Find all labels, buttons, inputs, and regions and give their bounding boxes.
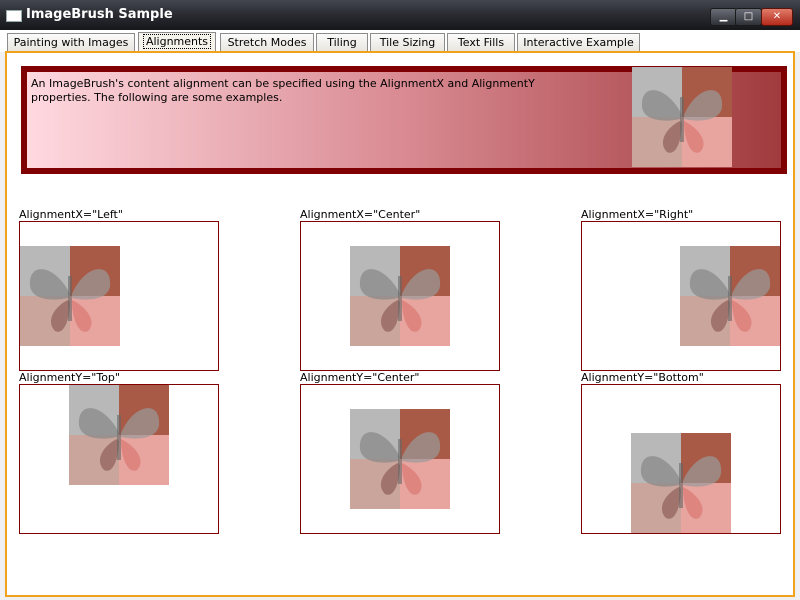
- alignment-y-center-label: AlignmentY="Center": [300, 371, 420, 384]
- alignment-x-right-panel: [581, 221, 781, 371]
- butterfly-image: [20, 246, 120, 346]
- app-icon: [6, 10, 22, 22]
- tab-strip: Painting with Images Alignments Stretch …: [0, 30, 800, 52]
- butterfly-image: [631, 433, 731, 533]
- description-banner: An ImageBrush's content alignment can be…: [21, 66, 787, 174]
- tab-text-fills[interactable]: Text Fills: [447, 33, 515, 51]
- alignment-y-center-panel: [300, 384, 500, 534]
- butterfly-image: [69, 385, 169, 485]
- minimize-button[interactable]: ▁: [710, 8, 737, 26]
- tab-tile-sizing[interactable]: Tile Sizing: [370, 33, 445, 51]
- window-title: ImageBrush Sample: [26, 7, 173, 22]
- tab-content-area: An ImageBrush's content alignment can be…: [5, 51, 795, 597]
- maximize-button[interactable]: □: [735, 8, 762, 26]
- butterfly-image: [350, 409, 450, 509]
- butterfly-image: [680, 246, 780, 346]
- close-button[interactable]: ✕: [761, 8, 793, 26]
- description-text: An ImageBrush's content alignment can be…: [31, 77, 535, 104]
- alignment-y-top-panel: [19, 384, 219, 534]
- alignment-y-bottom-label: AlignmentY="Bottom": [581, 371, 704, 384]
- alignment-x-center-label: AlignmentX="Center": [300, 208, 421, 221]
- alignment-x-left-label: AlignmentX="Left": [19, 208, 123, 221]
- alignment-x-left-panel: [19, 221, 219, 371]
- tab-interactive-example[interactable]: Interactive Example: [517, 33, 640, 51]
- title-bar[interactable]: ImageBrush Sample ▁ □ ✕: [0, 0, 800, 30]
- tab-stretch-modes[interactable]: Stretch Modes: [220, 33, 314, 51]
- alignment-y-top-label: AlignmentY="Top": [19, 371, 120, 384]
- butterfly-image: [350, 246, 450, 346]
- tab-painting-with-images[interactable]: Painting with Images: [7, 33, 135, 51]
- tab-tiling[interactable]: Tiling: [316, 33, 368, 51]
- alignment-x-center-panel: [300, 221, 500, 371]
- tab-alignments[interactable]: Alignments: [138, 32, 216, 52]
- alignment-x-right-label: AlignmentX="Right": [581, 208, 694, 221]
- application-window: ImageBrush Sample ▁ □ ✕ Painting with Im…: [0, 0, 800, 600]
- alignment-y-bottom-panel: [581, 384, 781, 534]
- butterfly-image: [632, 67, 732, 167]
